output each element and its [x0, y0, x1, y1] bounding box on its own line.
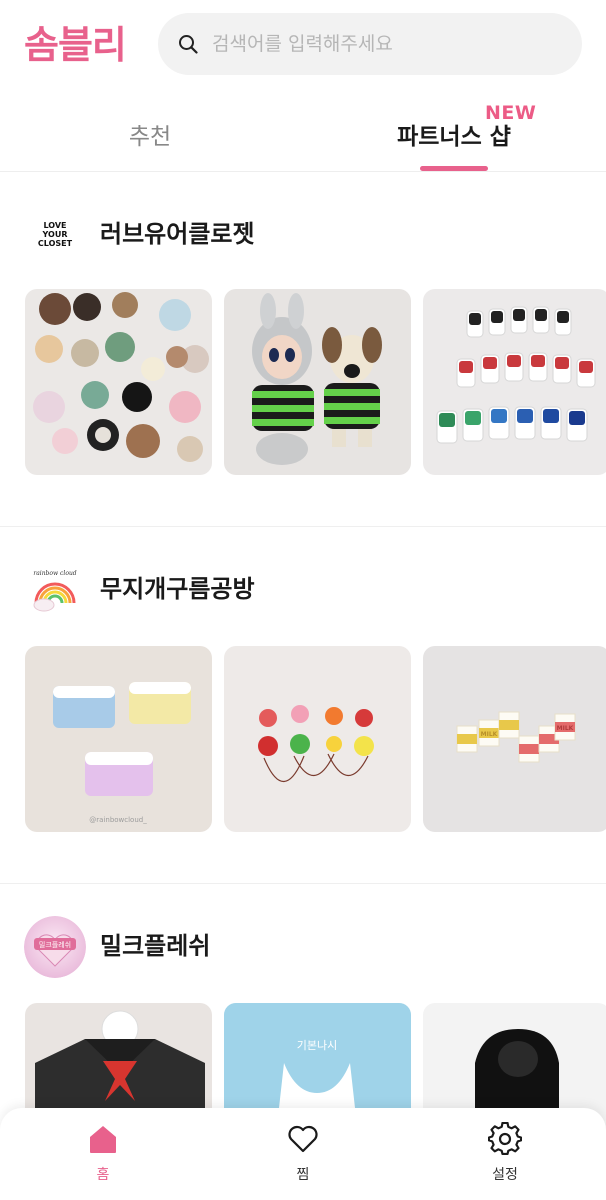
- shop-header[interactable]: 밀크플레쉬 밀크플레쉬: [24, 916, 584, 978]
- heart-icon: [288, 1125, 318, 1153]
- shop-logo-milkplesh: 밀크플레쉬: [24, 916, 86, 978]
- mini-milk-cartons-image: MILK MILK: [423, 646, 606, 832]
- svg-text:CLOSET: CLOSET: [38, 239, 73, 248]
- product-thumb[interactable]: [224, 646, 411, 832]
- app-logo[interactable]: 솜블리: [24, 22, 127, 68]
- svg-text:YOUR: YOUR: [42, 230, 68, 239]
- fruit-hair-ties-image: [224, 646, 411, 832]
- svg-text:rainbow cloud: rainbow cloud: [33, 570, 76, 577]
- svg-text:MILK: MILK: [481, 731, 498, 738]
- product-thumb[interactable]: [25, 289, 212, 475]
- nav-settings[interactable]: 설정: [455, 1122, 555, 1192]
- product-thumb[interactable]: [423, 289, 606, 475]
- product-thumb[interactable]: @rainbowcloud_: [25, 646, 212, 832]
- new-badge: NEW: [485, 102, 537, 124]
- shop-name: 무지개구름공방: [100, 575, 255, 603]
- dolls-in-striped-sweaters-image: [224, 289, 411, 475]
- svg-text:LOVE: LOVE: [43, 221, 66, 230]
- mini-sneakers-image: [423, 289, 606, 475]
- plush-keychains-image: [25, 289, 212, 475]
- home-icon: [90, 1126, 116, 1153]
- bottom-navigation: 홈 찜 설정: [0, 1108, 606, 1200]
- crochet-pouches-image: @rainbowcloud_: [25, 646, 212, 832]
- svg-text:MILK: MILK: [557, 725, 574, 732]
- shop-section-rainbowcloud: rainbow cloud 무지개구름공방 @rainbowcloud_ MIL…: [0, 527, 606, 883]
- nav-settings-label: 설정: [492, 1167, 518, 1183]
- tab-partners-shop[interactable]: 파트너스 샵: [374, 120, 534, 154]
- svg-text:밀크플레쉬: 밀크플레쉬: [39, 940, 71, 949]
- tab-recommend[interactable]: 추천: [80, 120, 220, 154]
- shop-header[interactable]: rainbow cloud 무지개구름공방: [24, 559, 584, 621]
- product-thumb[interactable]: MILK MILK: [423, 646, 606, 832]
- tab-bar: 추천 파트너스 샵 NEW: [0, 90, 606, 172]
- svg-text:기본나시: 기본나시: [297, 1039, 337, 1052]
- product-thumb[interactable]: [224, 289, 411, 475]
- nav-wishlist-label: 찜: [296, 1167, 310, 1183]
- shop-name: 러브유어클로젯: [100, 220, 255, 248]
- header: 솜블리: [0, 0, 606, 90]
- search-bar[interactable]: [158, 13, 582, 75]
- svg-text:@rainbowcloud_: @rainbowcloud_: [89, 816, 147, 824]
- nav-home[interactable]: 홈: [53, 1122, 153, 1192]
- shop-name: 밀크플레쉬: [100, 932, 211, 960]
- gear-icon: [488, 1122, 522, 1156]
- shop-header[interactable]: LOVE YOUR CLOSET 러브유어클로젯: [24, 204, 584, 266]
- search-input[interactable]: [212, 25, 562, 63]
- shop-logo-loveyourcloset: LOVE YOUR CLOSET: [24, 204, 86, 266]
- search-icon: [179, 35, 198, 54]
- app-screen: 솜블리 추천 파트너스 샵 NEW LOVE YOUR CLOSET 러브유어클…: [0, 0, 606, 1200]
- shop-logo-rainbowcloud: rainbow cloud: [24, 559, 86, 621]
- shop-section-loveyourcloset: LOVE YOUR CLOSET 러브유어클로젯: [0, 172, 606, 526]
- active-tab-indicator: [420, 166, 488, 171]
- nav-wishlist[interactable]: 찜: [253, 1122, 353, 1192]
- nav-home-label: 홈: [96, 1167, 110, 1183]
